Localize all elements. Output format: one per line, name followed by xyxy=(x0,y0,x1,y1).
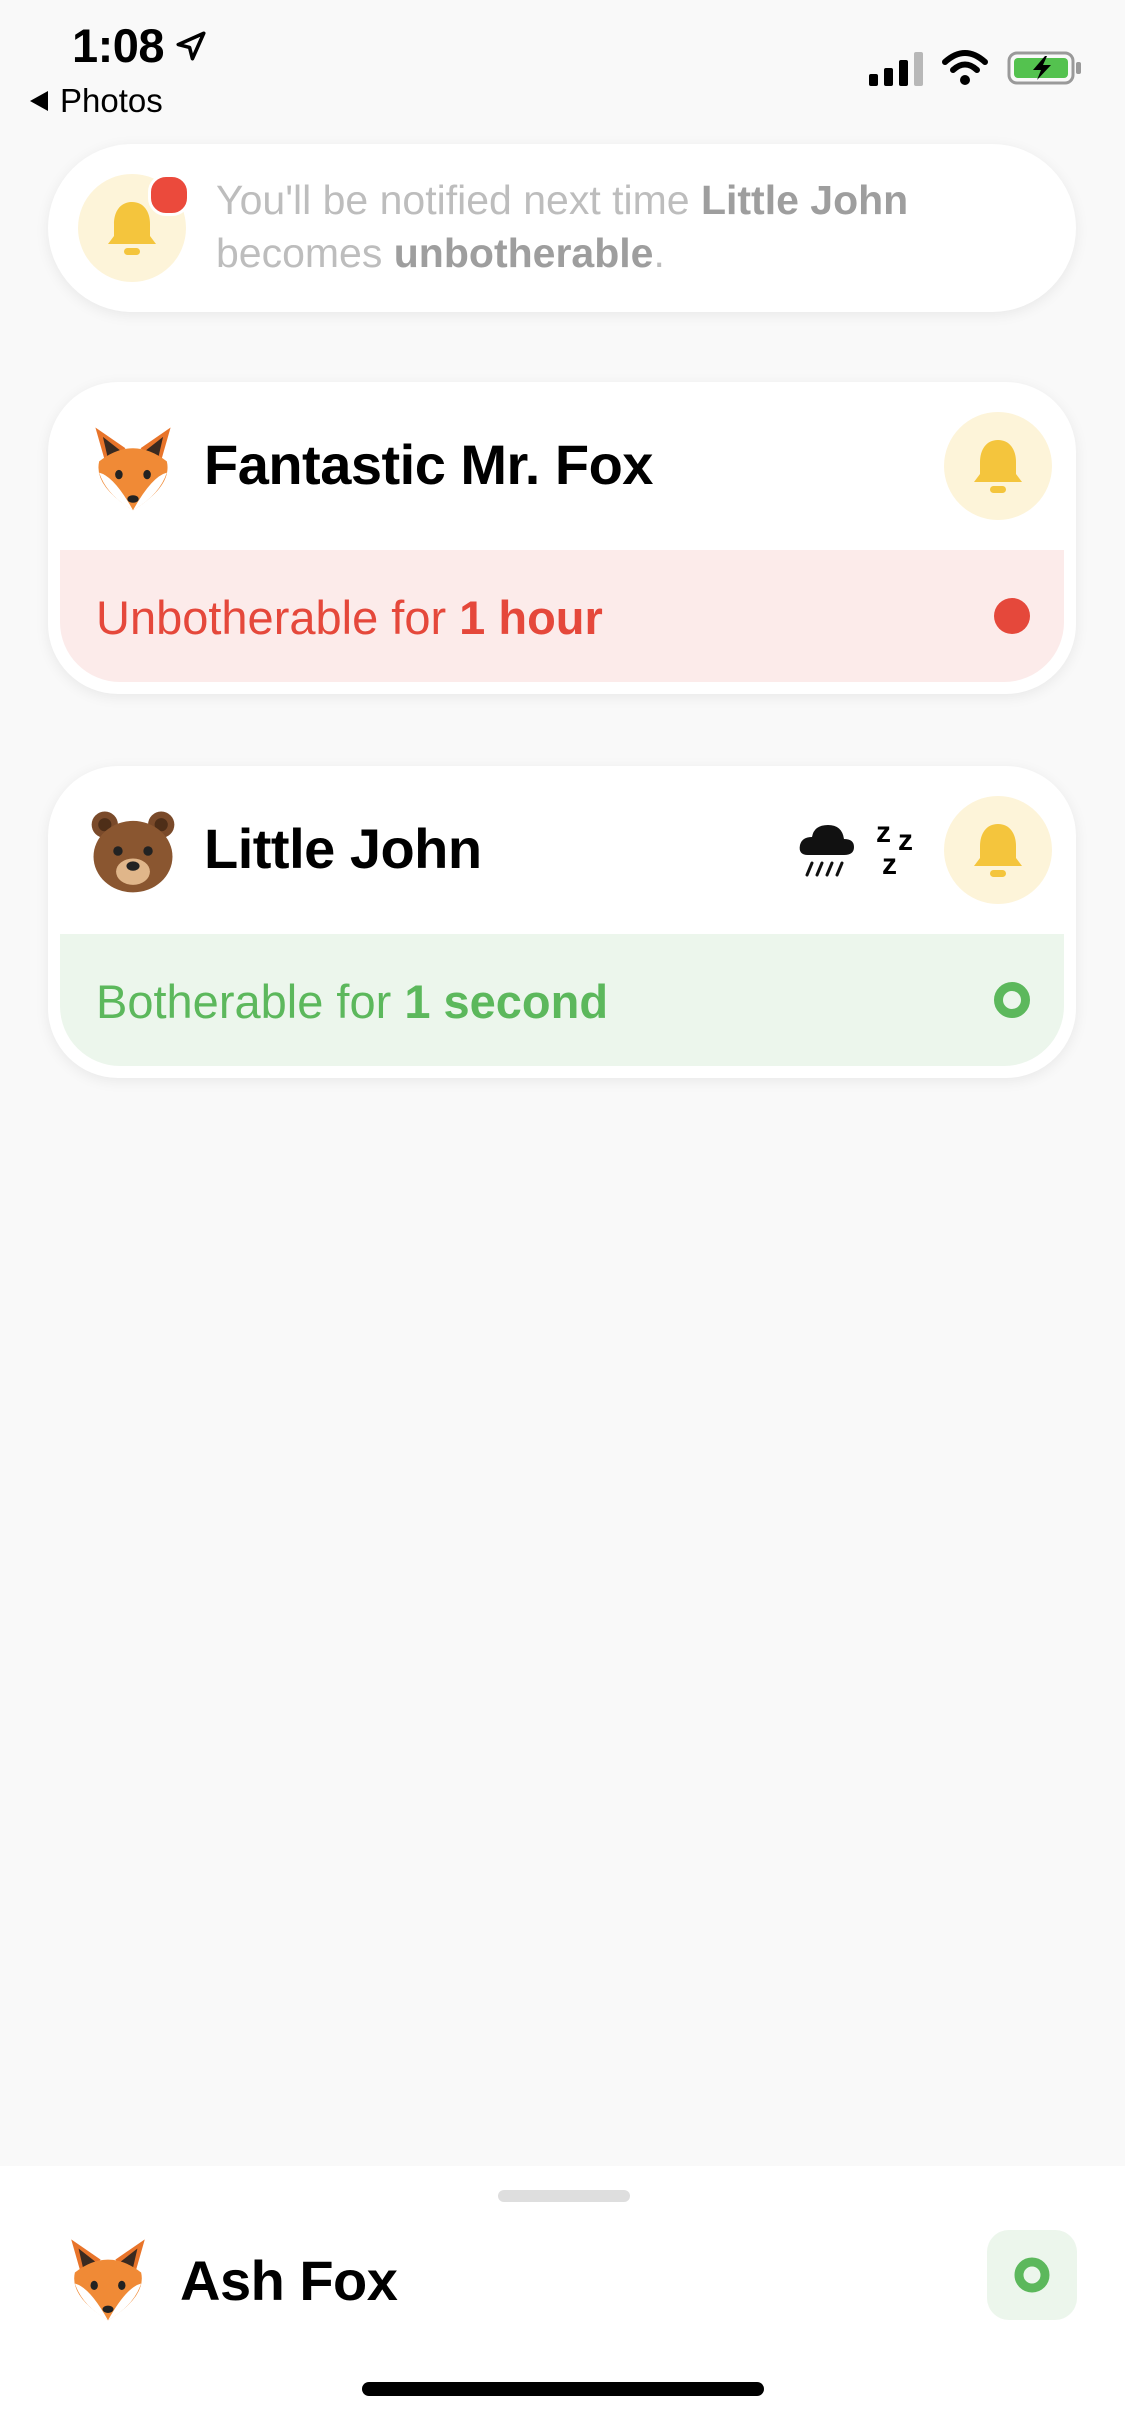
status-prefix: Unbotherable for xyxy=(96,591,460,644)
status-label: Unbotherable for 1 hour xyxy=(96,590,603,645)
contact-card-fantastic-mr-fox[interactable]: Fantastic Mr. Fox Unbotherable for 1 hou… xyxy=(48,382,1076,694)
clock-text: 1:08 xyxy=(72,19,165,72)
contact-card-little-john[interactable]: Little John z z z Botherable for 1 secon… xyxy=(48,766,1076,1078)
notify-bell-button[interactable] xyxy=(944,796,1052,904)
back-to-photos-link[interactable]: Photos xyxy=(30,82,163,120)
back-label: Photos xyxy=(60,82,163,119)
notice-text-mid: becomes xyxy=(216,230,394,276)
fox-emoji-icon xyxy=(71,2239,145,2321)
status-duration: 1 second xyxy=(404,975,609,1028)
rain-cloud-icon xyxy=(799,825,854,877)
status-indicators xyxy=(869,50,1083,86)
notice-text-pre: You'll be notified next time xyxy=(216,177,701,223)
home-indicator[interactable] xyxy=(362,2382,764,2396)
availability-status: Botherable for 1 second xyxy=(60,934,1064,1066)
notice-state: unbotherable xyxy=(393,230,654,276)
availability-status: Unbotherable for 1 hour xyxy=(60,550,1064,682)
notify-bell-button[interactable] xyxy=(944,412,1052,520)
battery-charging-icon xyxy=(1007,51,1081,85)
notice-contact-name: Little John xyxy=(700,177,909,223)
unbotherable-dot-icon xyxy=(994,598,1030,634)
status-time: 1:08 xyxy=(72,18,208,73)
location-arrow-icon xyxy=(176,30,206,61)
context-icons: z z z xyxy=(794,814,926,884)
status-prefix: Botherable for xyxy=(96,975,405,1028)
status-label: Botherable for 1 second xyxy=(96,974,608,1029)
notice-text: You'll be notified next time Little John… xyxy=(216,174,1056,280)
wifi-icon xyxy=(942,50,988,85)
contact-name: Little John xyxy=(204,817,482,880)
my-status-sheet[interactable]: Ash Fox xyxy=(0,2166,1125,2436)
unread-badge xyxy=(148,174,190,216)
notification-banner[interactable]: You'll be notified next time Little John… xyxy=(48,144,1076,312)
status-duration: 1 hour xyxy=(459,591,603,644)
my-name: Ash Fox xyxy=(180,2249,398,2312)
back-arrow-icon xyxy=(30,91,48,111)
botherable-ring-icon xyxy=(994,982,1030,1018)
bear-emoji-icon xyxy=(91,811,175,893)
cellular-signal-icon xyxy=(869,50,923,86)
notice-text-post: . xyxy=(653,230,665,276)
bell-icon xyxy=(974,824,1022,877)
zzz-icon: z z z xyxy=(876,816,913,881)
contact-name: Fantastic Mr. Fox xyxy=(204,433,653,496)
sheet-grabber[interactable] xyxy=(498,2190,630,2202)
fox-emoji-icon xyxy=(95,427,171,511)
my-status-toggle-button[interactable] xyxy=(987,2230,1077,2320)
botherable-ring-icon xyxy=(1014,2257,1050,2293)
bell-icon xyxy=(974,440,1022,493)
